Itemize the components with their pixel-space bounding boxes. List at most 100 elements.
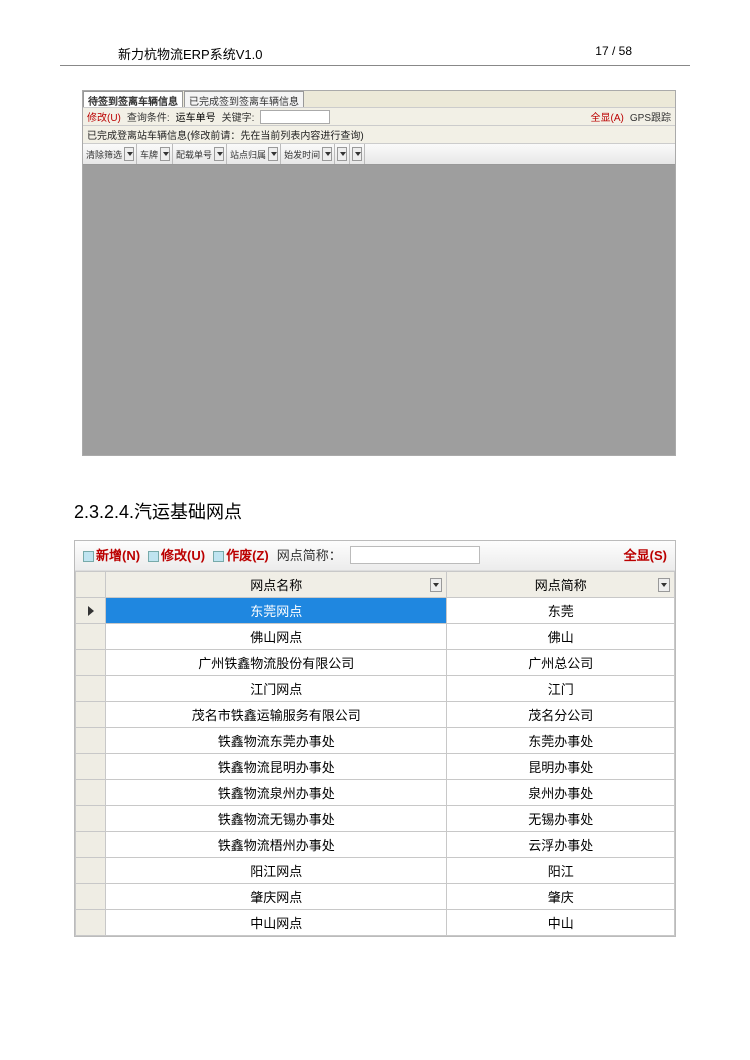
- cell-short: 茂名分公司: [447, 702, 675, 728]
- chevron-down-icon[interactable]: [337, 147, 347, 161]
- cell-name: 江门网点: [106, 676, 447, 702]
- table-row[interactable]: 中山网点中山: [76, 910, 675, 936]
- table-row[interactable]: 佛山网点佛山: [76, 624, 675, 650]
- void-icon: [213, 551, 224, 562]
- cell-name: 佛山网点: [106, 624, 447, 650]
- row-indicator: [76, 780, 106, 806]
- chevron-down-icon[interactable]: [160, 147, 170, 161]
- network-input[interactable]: [350, 546, 480, 564]
- table-row[interactable]: 阳江网点阳江: [76, 858, 675, 884]
- col-header-short[interactable]: 网点简称: [447, 572, 675, 598]
- cell-short: 中山: [447, 910, 675, 936]
- chevron-down-icon[interactable]: [268, 147, 278, 161]
- cell-name: 东莞网点: [106, 598, 447, 624]
- cell-short: 佛山: [447, 624, 675, 650]
- modify-button[interactable]: 修改(U): [87, 109, 121, 124]
- filter-clear-label: 清除筛选: [85, 148, 123, 161]
- row-indicator: [76, 754, 106, 780]
- chevron-down-icon[interactable]: [658, 578, 670, 592]
- cell-short: 云浮办事处: [447, 832, 675, 858]
- cell-name: 中山网点: [106, 910, 447, 936]
- cell-name: 广州铁鑫物流股份有限公司: [106, 650, 447, 676]
- filter-group-extra2[interactable]: [350, 144, 365, 164]
- table-row[interactable]: 广州铁鑫物流股份有限公司广州总公司: [76, 650, 675, 676]
- tab-strip: 待签到签离车辆信息 已完成签到签离车辆信息: [83, 91, 675, 107]
- col-header-name-text: 网点名称: [250, 578, 302, 593]
- filter-group-plate[interactable]: 车牌: [137, 144, 173, 164]
- filter-toolbar: 清除筛选 车牌 配载单号 站点归属 始发时间: [83, 143, 675, 165]
- table-row[interactable]: 茂名市铁鑫运输服务有限公司茂名分公司: [76, 702, 675, 728]
- info-text: 已完成登离站车辆信息(修改前请：先在当前列表内容进行查询): [83, 126, 675, 143]
- show-all-button[interactable]: 全显(S): [624, 545, 667, 564]
- network-panel: 新增(N) 修改(U) 作废(Z) 网点简称： 全显(S) 网点名称: [74, 540, 676, 937]
- add-icon: [83, 551, 94, 562]
- cell-name: 铁鑫物流泉州办事处: [106, 780, 447, 806]
- cell-name: 铁鑫物流昆明办事处: [106, 754, 447, 780]
- row-header-corner: [76, 572, 106, 598]
- cell-name: 茂名市铁鑫运输服务有限公司: [106, 702, 447, 728]
- col-header-name[interactable]: 网点名称: [106, 572, 447, 598]
- filter-time-label: 始发时间: [283, 148, 321, 161]
- modify-button[interactable]: 修改(U): [148, 545, 205, 564]
- cell-short: 东莞办事处: [447, 728, 675, 754]
- row-indicator: [76, 624, 106, 650]
- void-button[interactable]: 作废(Z): [213, 545, 269, 564]
- filter-group-time[interactable]: 始发时间: [281, 144, 335, 164]
- filter-loadno-label: 配载单号: [175, 148, 213, 161]
- table-row[interactable]: 江门网点江门: [76, 676, 675, 702]
- keyword-label: 关键字:: [222, 109, 255, 124]
- page-header: 新力杭物流ERP系统V1.0 17 / 58: [60, 44, 690, 66]
- gps-button[interactable]: GPS跟踪: [630, 109, 671, 124]
- filter-site-label: 站点归属: [229, 148, 267, 161]
- row-indicator: [76, 598, 106, 624]
- row-indicator: [76, 910, 106, 936]
- row-indicator: [76, 650, 106, 676]
- table-row[interactable]: 肇庆网点肇庆: [76, 884, 675, 910]
- cell-short: 广州总公司: [447, 650, 675, 676]
- chevron-down-icon[interactable]: [214, 147, 224, 161]
- row-indicator: [76, 676, 106, 702]
- erp-window: 待签到签离车辆信息 已完成签到签离车辆信息 修改(U) 查询条件: 运车单号 关…: [82, 90, 676, 456]
- row-indicator: [76, 702, 106, 728]
- doc-title: 新力杭物流ERP系统V1.0: [118, 44, 262, 63]
- filter-group-loadno[interactable]: 配载单号: [173, 144, 227, 164]
- query-value: 运车单号: [176, 109, 216, 124]
- row-indicator: [76, 832, 106, 858]
- cell-short: 肇庆: [447, 884, 675, 910]
- modify-label: 修改(U): [161, 548, 205, 563]
- table-row[interactable]: 铁鑫物流昆明办事处昆明办事处: [76, 754, 675, 780]
- cell-name: 铁鑫物流梧州办事处: [106, 832, 447, 858]
- cell-name: 铁鑫物流无锡办事处: [106, 806, 447, 832]
- row-indicator: [76, 728, 106, 754]
- triangle-right-icon: [88, 606, 94, 616]
- row-indicator: [76, 884, 106, 910]
- network-label: 网点简称：: [277, 545, 342, 564]
- panel-toolbar: 新增(N) 修改(U) 作废(Z) 网点简称： 全显(S): [75, 541, 675, 571]
- erp-toolbar: 修改(U) 查询条件: 运车单号 关键字: 全显(A) GPS跟踪: [83, 107, 675, 126]
- keyword-input[interactable]: [260, 110, 330, 124]
- filter-group-site[interactable]: 站点归属: [227, 144, 281, 164]
- cell-name: 铁鑫物流东莞办事处: [106, 728, 447, 754]
- table-row[interactable]: 铁鑫物流梧州办事处云浮办事处: [76, 832, 675, 858]
- table-row[interactable]: 铁鑫物流泉州办事处泉州办事处: [76, 780, 675, 806]
- filter-plate-label: 车牌: [139, 148, 159, 161]
- tab-pending[interactable]: 待签到签离车辆信息: [83, 91, 183, 107]
- cell-short: 昆明办事处: [447, 754, 675, 780]
- chevron-down-icon[interactable]: [430, 578, 442, 592]
- filter-group-extra1[interactable]: [335, 144, 350, 164]
- col-header-short-text: 网点简称: [535, 578, 587, 593]
- tab-completed[interactable]: 已完成签到签离车辆信息: [184, 91, 304, 107]
- chevron-down-icon[interactable]: [352, 147, 362, 161]
- network-table: 网点名称 网点简称 东莞网点东莞佛山网点佛山广州铁鑫物流股份有限公司广州总公司江…: [75, 571, 675, 936]
- cell-short: 泉州办事处: [447, 780, 675, 806]
- chevron-down-icon[interactable]: [124, 147, 134, 161]
- table-row[interactable]: 东莞网点东莞: [76, 598, 675, 624]
- filter-group-clear[interactable]: 清除筛选: [83, 144, 137, 164]
- add-button[interactable]: 新增(N): [83, 545, 140, 564]
- table-row[interactable]: 铁鑫物流无锡办事处无锡办事处: [76, 806, 675, 832]
- table-row[interactable]: 铁鑫物流东莞办事处东莞办事处: [76, 728, 675, 754]
- void-label: 作废(Z): [226, 548, 269, 563]
- add-label: 新增(N): [96, 548, 140, 563]
- chevron-down-icon[interactable]: [322, 147, 332, 161]
- show-all-button[interactable]: 全显(A): [591, 109, 624, 124]
